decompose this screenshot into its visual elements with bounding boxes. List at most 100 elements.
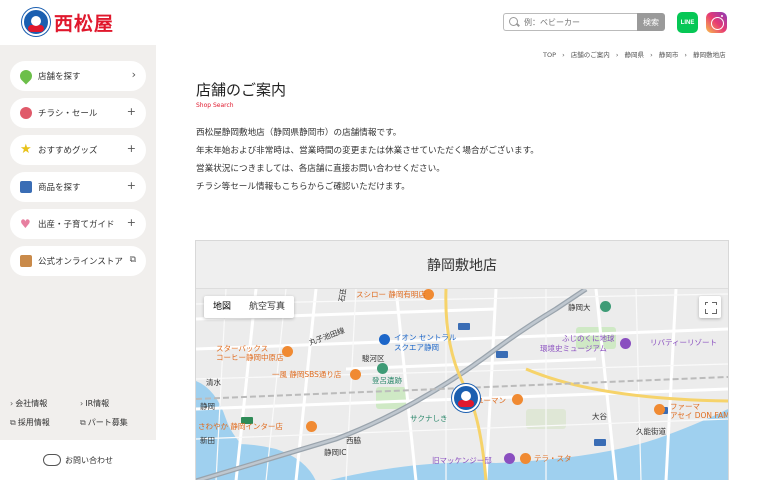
sidebar-item-flyer-sale[interactable]: チラシ・セール + (10, 98, 146, 128)
intro-line: チラシ等セール情報もこちらからご確認いただけます。 (196, 182, 410, 192)
breadcrumb-separator: › (684, 51, 687, 59)
percent-icon (20, 107, 32, 119)
fullscreen-button[interactable] (699, 296, 721, 318)
museum-pin-icon[interactable] (620, 338, 631, 349)
map-label: 登呂遺跡 (372, 376, 402, 385)
page-subtitle: Shop Search (196, 102, 234, 109)
instagram-icon[interactable] (706, 12, 727, 33)
sidebar-item-parenting-guide[interactable]: ♥ 出産・子育てガイド + (10, 209, 146, 239)
map-label: テラ・スタ (534, 454, 572, 463)
shopping-pin-icon[interactable] (512, 394, 523, 405)
shopping-pin-icon[interactable] (379, 334, 390, 345)
line-icon[interactable]: LINE (677, 12, 698, 33)
link-ir-info[interactable]: › IR情報 (80, 398, 109, 409)
search-icon (509, 17, 518, 26)
breadcrumb-top[interactable]: TOP (543, 51, 556, 59)
external-link-icon: ⧉ (10, 418, 16, 427)
map-label: サクナしき (410, 414, 448, 423)
plus-icon: + (126, 105, 136, 118)
external-link-icon: ⧉ (80, 418, 86, 427)
sidebar-item-label: チラシ・セール (38, 109, 98, 119)
store-card: 静岡敷地店 地図 航空写真 スシロー 静岡有明店 静岡大 イオン セントラル ス… (195, 240, 729, 480)
shopping-pin-icon[interactable] (520, 453, 531, 464)
sidebar-item-label: 店舗を探す (38, 72, 81, 82)
map-label: 久能街道 (636, 427, 666, 436)
intro-line: 西松屋静岡敷地店（静岡県静岡市）の店舗情報です。 (196, 128, 402, 138)
breadcrumb-current: 静岡敷地店 (693, 51, 726, 59)
park-pin-icon[interactable] (377, 363, 388, 374)
chevron-right-icon: › (131, 68, 136, 81)
chevron-right-icon: › (10, 399, 14, 408)
site-header: 西松屋 検索 LINE (0, 0, 768, 45)
landmark-pin-icon[interactable] (504, 453, 515, 464)
map-label: 静岡大 (568, 303, 591, 312)
sidebar-item-recommended[interactable]: ★ おすすめグッズ + (10, 135, 146, 165)
map-label: アセイ DON FAM (670, 411, 728, 420)
map-label: 静岡IC (324, 448, 347, 457)
map-label: 清水 (206, 378, 221, 387)
sidebar-item-store-search[interactable]: 店舗を探す › (10, 61, 146, 91)
map-label: さわやか 静岡インター店 (198, 422, 283, 431)
map-label: スクエア静岡 (394, 343, 439, 352)
heart-icon: ♥ (20, 217, 31, 231)
plus-icon: + (126, 179, 136, 192)
intro-line: 年末年始および非常時は、営業時間の変更または休業させていただく場合がございます。 (196, 146, 539, 156)
sidebar-item-label: 公式オンラインストア (38, 257, 123, 267)
link-part-time[interactable]: ⧉ パート募集 (80, 417, 128, 428)
pharmacy-pin-icon[interactable] (654, 404, 665, 415)
search-input[interactable] (503, 13, 637, 31)
cafe-pin-icon[interactable] (282, 346, 293, 357)
link-label: パート募集 (87, 418, 128, 427)
page-title: 店舗のご案内 (196, 81, 287, 99)
link-label: IR情報 (85, 399, 110, 408)
sidebar-item-online-store[interactable]: 公式オンラインストア ⧉ (10, 246, 146, 276)
breadcrumb-separator: › (650, 51, 653, 59)
contact-link[interactable]: お問い合わせ (0, 440, 156, 480)
map-tab-satellite[interactable]: 航空写真 (240, 296, 294, 318)
map-label: 旧マッケンジー邸 (432, 456, 492, 465)
sidebar-item-label: おすすめグッズ (38, 146, 98, 156)
sidebar-item-products[interactable]: 商品を探す + (10, 172, 146, 202)
store-location-marker[interactable] (452, 384, 480, 412)
site-logo[interactable]: 西松屋 (22, 8, 114, 36)
map-label: 静岡 (200, 402, 215, 411)
map-tab-map[interactable]: 地図 (204, 296, 240, 318)
map-label: コーヒー静岡中原店 (216, 353, 284, 362)
store-name: 静岡敷地店 (196, 241, 728, 289)
sidebar-item-label: 商品を探す (38, 183, 81, 193)
breadcrumb-store-guide[interactable]: 店舗のご案内 (571, 51, 610, 59)
map-label: 一風 静岡SBS通り店 (272, 370, 342, 379)
breadcrumb: TOP › 店舗のご案内 › 静岡県 › 静岡市 › 静岡敷地店 (543, 49, 730, 59)
link-recruit[interactable]: ⧉ 採用情報 (10, 417, 50, 428)
external-link-icon: ⧉ (129, 255, 136, 265)
restaurant-pin-icon[interactable] (350, 369, 361, 380)
chat-bubble-icon (43, 454, 61, 466)
clothes-icon (20, 181, 32, 193)
search-button[interactable]: 検索 (637, 13, 665, 31)
cart-icon (20, 255, 32, 267)
chevron-right-icon: › (80, 399, 84, 408)
intro-line: 営業状況につきましては、各店舗に直接お問い合わせください。 (196, 164, 445, 174)
map-label: 大谷 (592, 412, 607, 421)
map-label: 環境史ミュージアム (540, 344, 607, 353)
contact-label: お問い合わせ (65, 455, 113, 465)
map-label: ユーマン (476, 396, 506, 405)
plus-icon: + (126, 216, 136, 229)
map-label: リバティーリゾート (650, 338, 718, 347)
intro-text: 西松屋静岡敷地店（静岡県静岡市）の店舗情報です。 年末年始および非常時は、営業時… (196, 124, 716, 196)
map-label: 西脇 (346, 436, 361, 445)
store-map[interactable]: 地図 航空写真 スシロー 静岡有明店 静岡大 イオン セントラル スクエア静岡 … (196, 289, 728, 480)
link-label: 採用情報 (17, 418, 50, 427)
map-type-toggle: 地図 航空写真 (204, 296, 295, 318)
sidebar-item-label: 出産・子育てガイド (38, 220, 115, 230)
sidebar: 店舗を探す › チラシ・セール + ★ おすすめグッズ + 商品を探す + ♥ … (0, 45, 156, 440)
link-company-info[interactable]: › 会社情報 (10, 398, 47, 409)
logo-mascot-icon (22, 8, 50, 36)
link-label: 会社情報 (15, 399, 48, 408)
university-pin-icon[interactable] (600, 301, 611, 312)
breadcrumb-city[interactable]: 静岡市 (659, 51, 679, 59)
restaurant-pin-icon[interactable] (306, 421, 317, 432)
breadcrumb-prefecture[interactable]: 静岡県 (625, 51, 645, 59)
breadcrumb-separator: › (562, 51, 565, 59)
map-pin-icon (17, 67, 35, 85)
